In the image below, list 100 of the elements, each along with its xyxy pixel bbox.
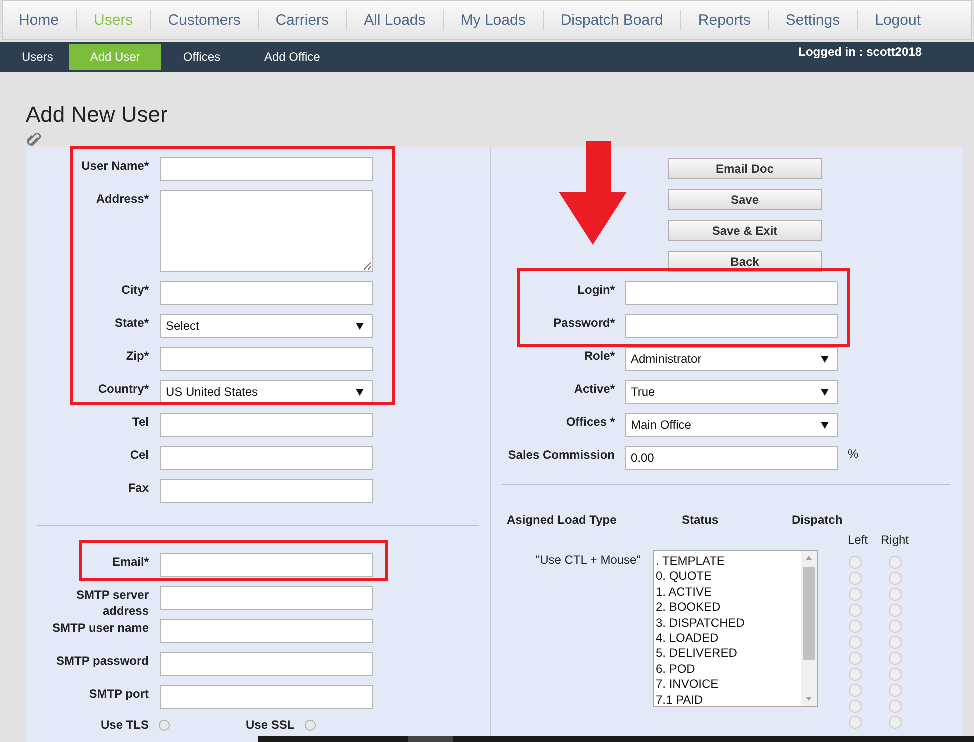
status-option[interactable]: 0. QUOTE (656, 569, 801, 585)
nav-link[interactable]: Logout (872, 12, 924, 28)
nav-link[interactable]: Carriers (272, 12, 332, 28)
text-field[interactable] (160, 619, 373, 643)
radio-button[interactable] (889, 604, 902, 617)
field-label: Country* (97, 381, 149, 398)
field-label: Fax (127, 480, 149, 497)
field-label: Address* (95, 191, 149, 208)
caret-icon (821, 355, 829, 363)
field-label: Password* (552, 315, 615, 332)
text-field[interactable] (160, 347, 373, 371)
select-field[interactable]: US United States (160, 380, 373, 404)
option-label: Use SSL (246, 718, 295, 732)
page-title: Add New User (26, 102, 169, 128)
nav-link[interactable]: My Loads (458, 12, 529, 28)
text-field[interactable] (160, 586, 373, 610)
radio-button[interactable] (849, 684, 862, 697)
radio-button[interactable] (889, 652, 902, 665)
text-field[interactable] (160, 281, 373, 305)
radio-button[interactable] (889, 588, 902, 601)
field-label: State* (114, 315, 149, 332)
radio-button[interactable] (889, 572, 902, 585)
text-field[interactable] (160, 652, 373, 676)
radio-button[interactable] (889, 716, 902, 729)
text-field[interactable] (160, 553, 373, 577)
field-label: Zip* (125, 348, 149, 365)
radio-button[interactable] (304, 720, 316, 730)
text-field[interactable] (160, 157, 373, 181)
select-field[interactable]: Main Office (625, 413, 838, 437)
sub-nav-tab[interactable]: Users (6, 42, 70, 72)
radio-button[interactable] (849, 700, 862, 713)
radio-button[interactable] (889, 668, 902, 681)
status-option[interactable]: 6. POD (656, 662, 801, 678)
radio-button[interactable] (849, 556, 862, 569)
status-option[interactable]: 7. INVOICE (656, 677, 801, 693)
select-field[interactable]: Administrator (625, 347, 838, 371)
sub-nav-tab[interactable]: Add Office (242, 42, 342, 72)
field-label: SMTP port (88, 686, 149, 702)
caret-icon (821, 388, 829, 396)
radio-button[interactable] (889, 684, 902, 697)
radio-button[interactable] (849, 572, 862, 585)
radio-button[interactable] (849, 668, 862, 681)
radio-button[interactable] (849, 620, 862, 633)
status-option[interactable]: 1. ACTIVE (656, 584, 801, 600)
radio-button[interactable] (849, 588, 862, 601)
scrollbar[interactable] (801, 551, 817, 706)
option-label: Use TLS (101, 718, 150, 732)
nav-link[interactable]: Reports (695, 12, 754, 28)
nav-link[interactable]: Settings (782, 12, 844, 28)
radio-button[interactable] (849, 636, 862, 649)
radio-button[interactable] (849, 652, 862, 665)
radio-button[interactable] (889, 636, 902, 649)
nav-link[interactable]: Dispatch Board (558, 12, 666, 28)
text-field[interactable] (160, 479, 373, 503)
field-label: SMTP user name (52, 620, 149, 636)
address-field[interactable] (160, 190, 373, 272)
radio-button[interactable] (159, 720, 170, 730)
status-listbox[interactable]: . TEMPLATE 0. QUOTE 1. ACTIVE 2. BOOKED 3. DISPATCHED 4. LOADED 5. DELIVERED 6. POD 7. INVOICE 7.1 PAID (653, 550, 818, 707)
caret-icon (356, 388, 364, 396)
percent-sign: % (848, 446, 859, 461)
hint-text: "Use CTL + Mouse" (534, 552, 641, 567)
column-heading: Asigned Load Type (507, 513, 617, 527)
field-label: Login* (576, 282, 615, 299)
radio-button[interactable] (889, 620, 902, 633)
radio-button[interactable] (849, 716, 862, 729)
status-option[interactable]: 7.1 PAID (656, 692, 801, 706)
caret-icon (356, 322, 364, 330)
nav-link[interactable]: Home (16, 12, 62, 28)
text-field[interactable] (160, 413, 373, 437)
caret-icon (821, 421, 829, 429)
sub-nav-tab[interactable]: Offices (161, 42, 242, 72)
status-option[interactable]: 2. BOOKED (656, 600, 801, 616)
radio-button[interactable] (889, 556, 902, 569)
form-button[interactable]: Save & Exit (668, 220, 822, 241)
text-field[interactable]: 0.00 (625, 446, 838, 470)
column-label: Left (848, 533, 868, 547)
status-option[interactable]: . TEMPLATE (656, 554, 801, 570)
radio-button[interactable] (849, 604, 862, 617)
radio-button[interactable] (889, 700, 902, 713)
nav-link[interactable]: All Loads (361, 12, 429, 28)
field-label: SMTP server address (76, 587, 149, 619)
select-field[interactable]: Select (160, 314, 373, 338)
form-button[interactable]: Email Doc (668, 158, 822, 179)
status-option[interactable]: 3. DISPATCHED (656, 616, 801, 632)
nav-link[interactable]: Customers (165, 12, 244, 28)
status-option[interactable]: 5. DELIVERED (656, 646, 801, 662)
scrollbar[interactable] (258, 736, 974, 742)
text-field[interactable] (160, 446, 373, 470)
text-field[interactable] (625, 314, 838, 338)
field-label: User Name* (80, 158, 149, 175)
text-field[interactable] (160, 685, 373, 709)
status-option[interactable]: 4. LOADED (656, 631, 801, 646)
column-heading: Status (682, 513, 719, 527)
column-label: Right (881, 533, 910, 547)
select-field[interactable]: True (625, 380, 838, 404)
field-label: Cel (129, 447, 149, 464)
form-button[interactable]: Save (668, 189, 822, 210)
paperclip-icon[interactable] (27, 133, 41, 149)
column-heading: Dispatch (792, 513, 843, 527)
text-field[interactable] (625, 281, 838, 305)
